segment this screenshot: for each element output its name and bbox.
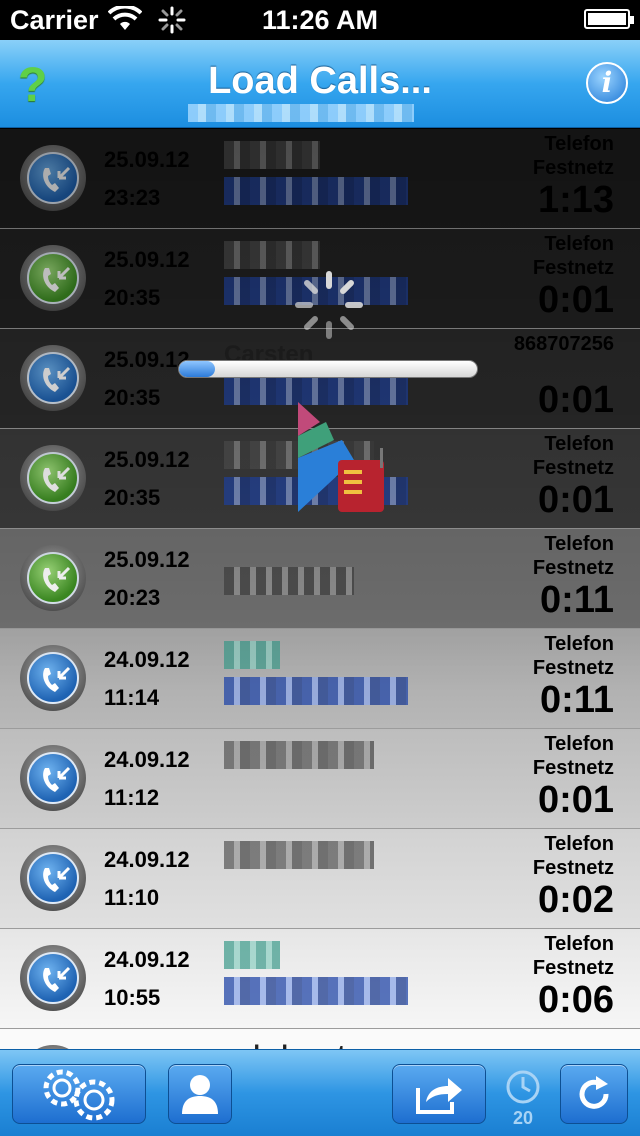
call-row[interactable]: 24.09.12 11:12 Telefon Festnetz 0:01: [0, 729, 640, 829]
contact-name-redacted: [224, 141, 320, 169]
incoming-call-icon: [20, 445, 86, 511]
call-line: Festnetz: [532, 457, 614, 479]
call-type: Telefon: [544, 433, 614, 455]
bottom-toolbar: 20: [0, 1049, 640, 1136]
status-time: 11:26 AM: [261, 5, 379, 35]
call-duration: 0:11: [540, 679, 614, 721]
call-date: 25.09.12: [104, 547, 190, 572]
call-duration: 0:11: [540, 579, 614, 621]
call-type: Telefon: [544, 733, 614, 755]
contacts-button[interactable]: [168, 1064, 232, 1124]
incoming-call-icon: [20, 645, 86, 711]
account-subtitle-redacted: [188, 104, 414, 122]
call-date: 25.09.12: [104, 347, 190, 372]
call-type: Telefon: [544, 133, 614, 155]
incoming-call-icon: [20, 945, 86, 1011]
call-time: 10:55: [104, 985, 161, 1010]
share-icon: [416, 1078, 462, 1114]
call-time: 11:10: [104, 885, 160, 910]
call-row[interactable]: 25.09.12 20:23 Telefon Festnetz 0:11: [0, 529, 640, 629]
phone-number-redacted: [224, 567, 354, 595]
incoming-call-icon: [20, 245, 86, 311]
phone-number-redacted: [224, 177, 408, 205]
contact-name-redacted: [224, 241, 320, 269]
phone-number-redacted: [224, 977, 408, 1005]
call-duration: 0:01: [537, 479, 614, 521]
call-time: 20:23: [104, 585, 161, 610]
call-time: 23:23: [104, 185, 161, 210]
incoming-call-icon: [20, 845, 86, 911]
incoming-call-icon: [20, 345, 86, 411]
call-duration: 0:01: [537, 779, 614, 821]
refresh-button[interactable]: [560, 1064, 628, 1124]
progress-fill: [179, 361, 215, 377]
loading-spinner-icon: [295, 271, 363, 339]
call-type: Telefon: [544, 833, 614, 855]
call-duration: 0:06: [537, 979, 614, 1021]
call-date: 24.09.12: [104, 747, 190, 772]
auto-refresh-timer[interactable]: 20: [504, 1068, 542, 1128]
call-line: Festnetz: [532, 857, 614, 879]
contacts-icon: [182, 1075, 218, 1114]
call-type: Telefon: [544, 933, 614, 955]
timer-icon: [506, 1070, 540, 1104]
contact-name-redacted: [224, 641, 280, 669]
call-time: 20:35: [104, 285, 161, 310]
call-date: 24.09.12: [104, 647, 190, 672]
call-time: 11:12: [104, 785, 160, 810]
call-type: Telefon: [544, 533, 614, 555]
call-row[interactable]: 25.09.12 23:23 Telefon Festnetz 1:13: [0, 129, 640, 229]
contact-name: unbekannt: [224, 1041, 345, 1049]
call-duration: 0:01: [537, 379, 614, 421]
share-button[interactable]: [392, 1064, 486, 1124]
call-date: 24.09.12: [104, 847, 190, 872]
loading-progress-bar: [178, 360, 478, 378]
call-line: Festnetz: [532, 557, 614, 579]
info-icon[interactable]: i: [586, 62, 628, 104]
call-line: Festnetz: [532, 257, 614, 279]
call-list[interactable]: 25.09.12 23:23 Telefon Festnetz 1:13 25.…: [0, 129, 640, 1049]
call-type: Telefon: [544, 233, 614, 255]
settings-icon: [43, 1069, 115, 1121]
incoming-call-icon: [20, 145, 86, 211]
refresh-icon: [579, 1076, 609, 1109]
call-row[interactable]: 24.09.12 10:55 Telefon Festnetz 0:06: [0, 929, 640, 1029]
call-date: 25.09.12: [104, 247, 190, 272]
timer-count: 20: [512, 1108, 534, 1128]
call-time: 11:14: [104, 685, 160, 710]
call-time: 20:35: [104, 385, 161, 410]
settings-button[interactable]: [12, 1064, 146, 1124]
call-row-partial[interactable]: unbekannt: [0, 1029, 640, 1049]
incoming-call-icon: [20, 745, 86, 811]
call-number: 868707256: [513, 333, 614, 355]
contact-name-redacted: [224, 841, 374, 869]
call-row[interactable]: 24.09.12 11:10 Telefon Festnetz 0:02: [0, 829, 640, 929]
call-date: 25.09.12: [104, 447, 190, 472]
app-logo-icon: [298, 402, 384, 512]
call-date: 25.09.12: [104, 147, 190, 172]
phone-number-redacted: [224, 677, 408, 705]
battery-icon: [584, 9, 634, 29]
call-line: Festnetz: [532, 157, 614, 179]
call-duration: 0:01: [537, 279, 614, 321]
call-time: 20:35: [104, 485, 161, 510]
incoming-call-icon: [20, 545, 86, 611]
call-row[interactable]: 24.09.12 11:14 Telefon Festnetz 0:11: [0, 629, 640, 729]
call-duration: 1:13: [537, 179, 614, 221]
navigation-bar: ? Load Calls... i: [0, 40, 640, 128]
status-bar: Carrier 11:26 AM: [0, 0, 640, 40]
call-date: 24.09.12: [104, 947, 190, 972]
page-title: Load Calls...: [208, 60, 432, 102]
contact-name-redacted: [224, 941, 280, 969]
call-duration: 0:02: [537, 879, 614, 921]
call-line: Festnetz: [532, 757, 614, 779]
contact-name-redacted: [224, 741, 374, 769]
call-line: Festnetz: [532, 957, 614, 979]
call-type: Telefon: [544, 633, 614, 655]
call-line: Festnetz: [532, 657, 614, 679]
